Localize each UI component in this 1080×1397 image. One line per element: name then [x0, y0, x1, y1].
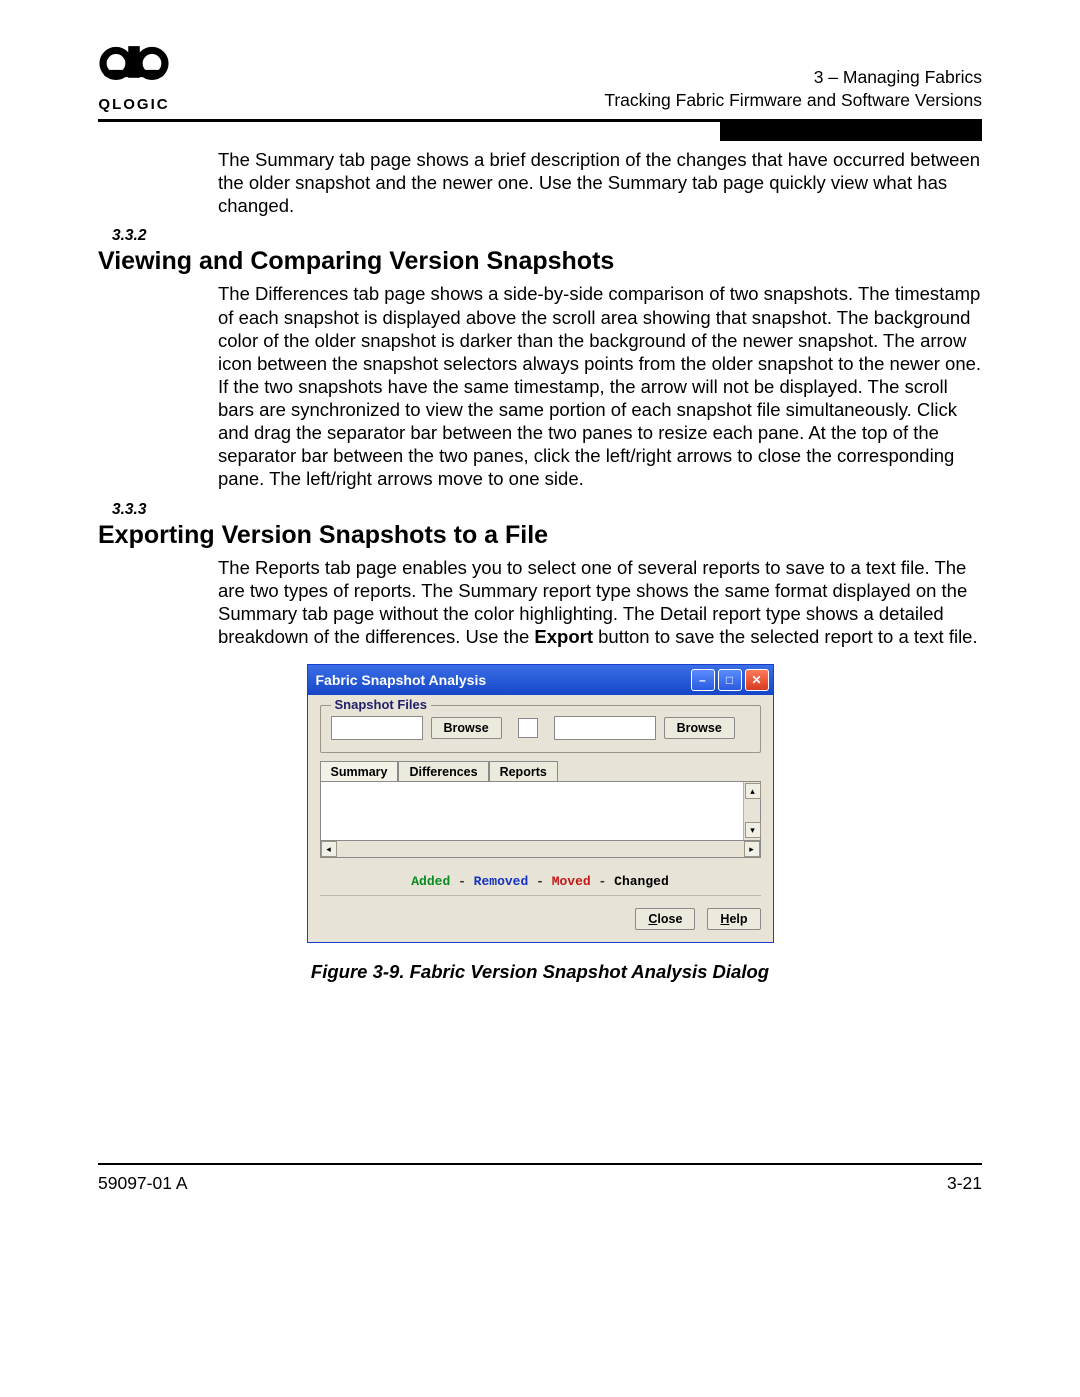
group-legend: Snapshot Files: [331, 697, 431, 712]
page-footer: 59097-01 A 3-21: [98, 1173, 982, 1194]
header-line-2: Tracking Fabric Firmware and Software Ve…: [604, 89, 982, 113]
minimize-button[interactable]: –: [691, 669, 715, 691]
tabs-row: Summary Differences Reports: [320, 761, 761, 782]
header-path: 3 – Managing Fabrics Tracking Fabric Fir…: [604, 66, 982, 113]
section-heading: Viewing and Comparing Version Snapshots: [98, 247, 982, 276]
tab-reports[interactable]: Reports: [489, 761, 558, 782]
brand-text: QLOGIC: [98, 96, 169, 113]
section-heading: Exporting Version Snapshots to a File: [98, 521, 982, 550]
section-paragraph: The Reports tab page enables you to sele…: [218, 556, 982, 649]
close-button[interactable]: Close: [635, 908, 695, 930]
maximize-button[interactable]: □: [718, 669, 742, 691]
legend-moved: Moved: [552, 874, 591, 889]
scroll-down-icon[interactable]: ▾: [745, 822, 761, 838]
content-viewer[interactable]: ▴ ▾: [320, 781, 761, 841]
para-text: button to save the selected report to a …: [593, 626, 978, 647]
legend-changed: Changed: [614, 874, 669, 889]
dialog-title: Fabric Snapshot Analysis: [316, 672, 487, 688]
tab-summary[interactable]: Summary: [320, 761, 399, 782]
footer-rule: [98, 1163, 982, 1165]
page-number: 3-21: [947, 1173, 982, 1194]
window-close-button[interactable]: ✕: [745, 669, 769, 691]
file-path-input-1[interactable]: [331, 716, 423, 740]
figure-caption: Figure 3-9. Fabric Version Snapshot Anal…: [98, 961, 982, 983]
legend-added: Added: [411, 874, 450, 889]
para-bold: Export: [534, 626, 593, 647]
browse-button-2[interactable]: Browse: [664, 717, 735, 739]
dialog-body: Snapshot Files Browse Browse Summary Dif…: [308, 695, 773, 942]
file-path-input-2[interactable]: [554, 716, 656, 740]
dialog-buttons: Close Help: [320, 895, 761, 930]
btn-rest: lose: [657, 912, 682, 926]
section-number: 3.3.2: [112, 227, 982, 245]
btn-rest: elp: [729, 912, 747, 926]
legend-removed: Removed: [474, 874, 529, 889]
header-line-1: 3 – Managing Fabrics: [604, 66, 982, 90]
intro-paragraph: The Summary tab page shows a brief descr…: [218, 148, 982, 217]
direction-indicator: [518, 718, 538, 738]
dialog-titlebar[interactable]: Fabric Snapshot Analysis – □ ✕: [308, 665, 773, 695]
header-rule: [98, 119, 982, 122]
section-paragraph: The Differences tab page shows a side-by…: [218, 282, 982, 490]
snapshot-dialog: Fabric Snapshot Analysis – □ ✕ Snapshot …: [307, 664, 774, 943]
window-controls: – □ ✕: [691, 669, 769, 691]
body: The Summary tab page shows a brief descr…: [98, 148, 982, 983]
page: QLOGIC 3 – Managing Fabrics Tracking Fab…: [0, 0, 1080, 1397]
qlogic-icon: [98, 40, 170, 94]
figure-wrap: Fabric Snapshot Analysis – □ ✕ Snapshot …: [98, 664, 982, 943]
section-number: 3.3.3: [112, 501, 982, 519]
horizontal-scrollbar[interactable]: ◂ ▸: [320, 841, 761, 858]
scroll-up-icon[interactable]: ▴: [745, 783, 761, 799]
vertical-scrollbar[interactable]: ▴ ▾: [743, 782, 760, 840]
scroll-right-icon[interactable]: ▸: [744, 841, 760, 857]
scroll-left-icon[interactable]: ◂: [321, 841, 337, 857]
change-legend: Added - Removed - Moved - Changed: [320, 874, 761, 889]
snapshot-files-group: Snapshot Files Browse Browse: [320, 705, 761, 753]
help-button[interactable]: Help: [707, 908, 760, 930]
file-row: Browse Browse: [331, 716, 750, 740]
brand-logo: QLOGIC: [98, 40, 170, 113]
browse-button-1[interactable]: Browse: [431, 717, 502, 739]
doc-number: 59097-01 A: [98, 1173, 188, 1194]
tab-differences[interactable]: Differences: [398, 761, 488, 782]
page-header: QLOGIC 3 – Managing Fabrics Tracking Fab…: [98, 40, 982, 113]
